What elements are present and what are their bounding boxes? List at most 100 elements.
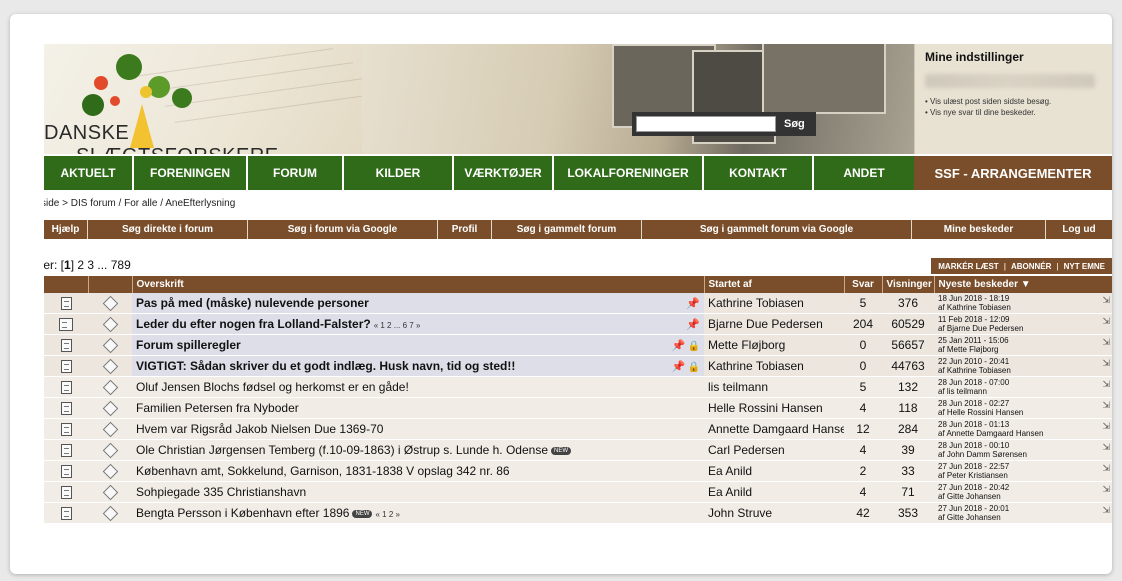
topic-page-links[interactable]: « 1 2 » [375, 510, 399, 519]
header-started-by[interactable]: Startet af [704, 276, 845, 293]
nav-aktuelt[interactable]: AKTUELT [44, 156, 134, 190]
topic-views: 60529 [882, 313, 934, 335]
show-unread-link[interactable]: Vis ulæst post siden sidste besøg. [925, 96, 1102, 107]
topic-replies: 0 [844, 355, 882, 377]
subnav-messages[interactable]: Mine beskeder [912, 220, 1046, 239]
go-to-latest-icon[interactable]: ⇲ [1102, 401, 1110, 410]
go-to-latest-icon[interactable]: ⇲ [1102, 422, 1110, 431]
mark-read-button[interactable]: MARKÉR LÆST [935, 262, 1001, 271]
header-views[interactable]: Visninger [882, 276, 935, 293]
subnav-profile[interactable]: Profil [438, 220, 492, 239]
topic-title-link[interactable]: København amt, Sokkelund, Garnison, 1831… [136, 464, 510, 478]
table-row[interactable]: København amt, Sokkelund, Garnison, 1831… [44, 460, 1112, 482]
header-replies[interactable]: Svar [844, 276, 883, 293]
topic-title-link[interactable]: Bengta Persson i København efter 1896 [136, 506, 349, 520]
topic-title-link[interactable]: VIGTIGT: Sådan skriver du et godt indlæg… [136, 359, 515, 373]
topic-latest-author[interactable]: af Bjarne Due Pedersen [938, 324, 1098, 333]
topic-latest-author[interactable]: af Peter Kristiansen [938, 471, 1098, 480]
nav-vaerktojer[interactable]: VÆRKTØJER [454, 156, 554, 190]
topic-latest-author[interactable]: af Kathrine Tobiasen [938, 303, 1098, 312]
table-row[interactable]: Leder du efter nogen fra Lolland-Falster… [44, 313, 1112, 335]
nav-ssf-arrangementer[interactable]: SSF - ARRANGEMENTER [914, 156, 1112, 190]
topic-started-by[interactable]: Ea Anild [704, 481, 844, 503]
topic-started-by[interactable]: Bjarne Due Pedersen [704, 313, 844, 335]
topic-title-link[interactable]: Pas på med (måske) nulevende personer [136, 296, 369, 310]
search-box: Søg [632, 112, 816, 136]
subnav-search-old-google[interactable]: Søg i gammelt forum via Google [642, 220, 912, 239]
table-row[interactable]: Hvem var Rigsråd Jakob Nielsen Due 1369-… [44, 418, 1112, 440]
header-latest[interactable]: Nyeste beskeder ▼ [934, 276, 1112, 293]
go-to-latest-icon[interactable]: ⇲ [1102, 338, 1110, 347]
topic-started-by[interactable]: Mette Fløjborg [704, 334, 844, 356]
topic-latest-author[interactable]: af lis teilmann [938, 387, 1098, 396]
subnav-search-old-forum[interactable]: Søg i gammelt forum [492, 220, 642, 239]
table-row[interactable]: Pas på med (måske) nulevende personer 📌 Ka… [44, 293, 1112, 314]
topic-latest-author[interactable]: af Annette Damgaard Hansen [938, 429, 1098, 438]
go-to-latest-icon[interactable]: ⇲ [1102, 359, 1110, 368]
topic-page-links[interactable]: « 1 2 ... 6 7 » [374, 321, 421, 330]
topic-started-by[interactable]: lis teilmann [704, 376, 844, 398]
topic-latest-author[interactable]: af Gitte Johansen [938, 513, 1098, 522]
table-row[interactable]: Familien Petersen fra Nyboder Helle Rossi… [44, 397, 1112, 419]
go-to-latest-icon[interactable]: ⇲ [1102, 443, 1110, 452]
subnav-logout[interactable]: Log ud [1046, 220, 1112, 239]
nav-forum[interactable]: FORUM [248, 156, 344, 190]
topic-title-link[interactable]: Forum spilleregler [136, 338, 241, 352]
show-new-replies-link[interactable]: Vis nye svar til dine beskeder. [925, 107, 1102, 118]
subscribe-button[interactable]: ABONNÉR [1008, 262, 1054, 271]
topic-title-link[interactable]: Leder du efter nogen fra Lolland-Falster… [136, 317, 371, 331]
topic-status-cell [44, 376, 88, 398]
table-row[interactable]: Bengta Persson i København efter 1896 NEW… [44, 502, 1112, 524]
table-row[interactable]: Forum spilleregler 📌 🔒 Mette Fløjborg 0 56657… [44, 334, 1112, 356]
topic-title-link[interactable]: Oluf Jensen Blochs fødsel og herkomst er… [136, 380, 409, 394]
go-to-latest-icon[interactable]: ⇲ [1102, 464, 1110, 473]
topic-title-link[interactable]: Familien Petersen fra Nyboder [136, 401, 299, 415]
topic-latest-author[interactable]: af Kathrine Tobiasen [938, 366, 1098, 375]
table-row[interactable]: Ole Christian Jørgensen Temberg (f.10-09… [44, 439, 1112, 461]
nav-kontakt[interactable]: KONTAKT [704, 156, 814, 190]
go-to-latest-icon[interactable]: ⇲ [1102, 380, 1110, 389]
nav-andet[interactable]: ANDET [814, 156, 914, 190]
subnav-search-forum[interactable]: Søg direkte i forum [88, 220, 248, 239]
topic-latest-author[interactable]: af John Damm Sørensen [938, 450, 1098, 459]
breadcrumb[interactable]: Forside > DIS forum / For alle / AneEfte… [44, 198, 235, 209]
new-topic-button[interactable]: NYT EMNE [1061, 262, 1108, 271]
topic-latest-author[interactable]: af Mette Fløjborg [938, 345, 1098, 354]
topic-title-cell: Forum spilleregler 📌 🔒 [132, 334, 704, 356]
go-to-latest-icon[interactable]: ⇲ [1102, 296, 1110, 305]
subnav-help[interactable]: Hjælp [44, 220, 88, 239]
table-row[interactable]: Oluf Jensen Blochs fødsel og herkomst er… [44, 376, 1112, 398]
topic-started-by[interactable]: John Struve [704, 502, 844, 524]
go-to-latest-icon[interactable]: ⇲ [1102, 317, 1110, 326]
topic-started-by[interactable]: Helle Rossini Hansen [704, 397, 844, 419]
topic-type-cell [88, 313, 132, 335]
go-to-latest-icon[interactable]: ⇲ [1102, 506, 1110, 515]
search-input[interactable] [636, 116, 776, 132]
topic-replies: 42 [844, 502, 882, 524]
topic-title-link[interactable]: Sohpiegade 335 Christianshavn [136, 485, 306, 499]
topic-started-by[interactable]: Kathrine Tobiasen [704, 293, 844, 314]
topic-replies: 12 [844, 418, 882, 440]
subnav-search-google[interactable]: Søg i forum via Google [248, 220, 438, 239]
go-to-latest-icon[interactable]: ⇲ [1102, 485, 1110, 494]
topic-started-by[interactable]: Annette Damgaard Hansen [704, 418, 844, 440]
topic-latest-author[interactable]: af Helle Rossini Hansen [938, 408, 1098, 417]
topic-title-link[interactable]: Ole Christian Jørgensen Temberg (f.10-09… [136, 443, 548, 457]
nav-kilder[interactable]: KILDER [344, 156, 454, 190]
topic-started-by[interactable]: Carl Pedersen [704, 439, 844, 461]
header-icon-cell [88, 276, 133, 293]
nav-foreningen[interactable]: FORENINGEN [134, 156, 248, 190]
search-button[interactable]: Søg [784, 118, 805, 130]
table-row[interactable]: Sohpiegade 335 Christianshavn Ea Anild 4 71… [44, 481, 1112, 503]
topic-title-wrap: København amt, Sokkelund, Garnison, 1831… [136, 464, 700, 478]
topic-started-by[interactable]: Ea Anild [704, 460, 844, 482]
topic-latest-date: 22 Jun 2010 - 20:41 [938, 357, 1010, 366]
site-logo[interactable]: DANSKE SLÆGTSFORSKERE [44, 44, 362, 154]
nav-lokalforeninger[interactable]: LOKALFORENINGER [554, 156, 704, 190]
table-row[interactable]: VIGTIGT: Sådan skriver du et godt indlæg… [44, 355, 1112, 377]
header-title[interactable]: Overskrift [132, 276, 705, 293]
pagination-links[interactable]: ] 2 3 ... 789 [71, 258, 131, 272]
topic-title-link[interactable]: Hvem var Rigsråd Jakob Nielsen Due 1369-… [136, 422, 383, 436]
topic-latest-author[interactable]: af Gitte Johansen [938, 492, 1098, 501]
topic-started-by[interactable]: Kathrine Tobiasen [704, 355, 844, 377]
